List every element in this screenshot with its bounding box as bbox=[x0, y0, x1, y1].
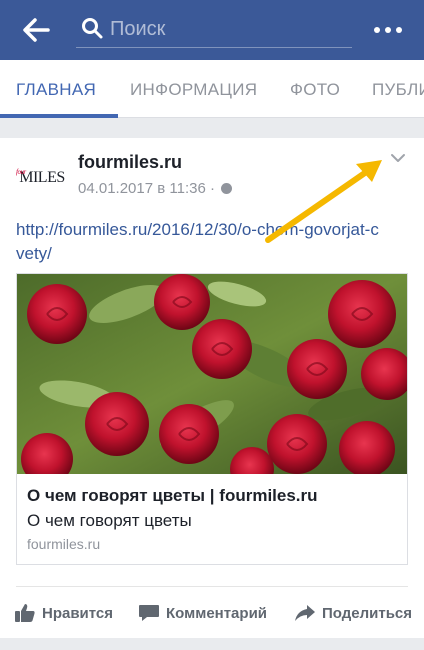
comment-icon bbox=[139, 605, 159, 621]
search-input[interactable] bbox=[110, 14, 346, 44]
chevron-down-icon bbox=[391, 154, 405, 162]
like-label: Нравится bbox=[42, 604, 114, 622]
thumbs-up-icon bbox=[15, 604, 35, 622]
link-preview-title: О чем говорят цветы | fourmiles.ru bbox=[27, 486, 318, 505]
more-dots-icon bbox=[374, 27, 402, 33]
share-icon bbox=[295, 605, 315, 621]
post-link[interactable]: http://fourmiles.ru/2016/12/30/o-chem-go… bbox=[16, 218, 386, 266]
post-card: four MILES fourmiles.ru 04.01.2017 в 11:… bbox=[0, 138, 424, 638]
bottom-divider bbox=[0, 638, 424, 650]
search-bar[interactable] bbox=[76, 10, 352, 48]
globe-icon bbox=[220, 183, 232, 194]
tab-photos[interactable]: ФОТО bbox=[290, 80, 340, 100]
post-timestamp[interactable]: 04.01.2017 в 11:36 · bbox=[78, 180, 215, 197]
link-preview-domain: fourmiles.ru bbox=[27, 536, 101, 552]
comment-button[interactable]: Комментарий bbox=[138, 598, 267, 628]
link-preview-image[interactable] bbox=[17, 274, 407, 474]
avatar-logo-text: MILES bbox=[19, 169, 65, 186]
comment-label: Комментарий bbox=[166, 604, 268, 622]
share-label: Поделиться bbox=[322, 604, 413, 622]
tab-main[interactable]: ГЛАВНАЯ bbox=[16, 80, 96, 100]
share-button[interactable]: Поделиться bbox=[294, 598, 412, 628]
avatar-logo-mark: four bbox=[16, 168, 26, 176]
link-preview-description: О чем говорят цветы bbox=[27, 511, 192, 530]
search-icon bbox=[82, 18, 103, 39]
back-button[interactable] bbox=[20, 14, 52, 46]
page-tabs: ГЛАВНАЯ ИНФОРМАЦИЯ ФОТО ПУБЛИ bbox=[0, 60, 424, 118]
post-author[interactable]: fourmiles.ru bbox=[78, 152, 182, 173]
link-preview-card[interactable]: О чем говорят цветы | fourmiles.ru О чем… bbox=[16, 273, 408, 565]
section-divider bbox=[0, 118, 424, 138]
more-options-button[interactable] bbox=[370, 18, 406, 42]
page-avatar[interactable]: four MILES bbox=[16, 158, 68, 198]
top-bar bbox=[0, 0, 424, 60]
actions-divider bbox=[16, 586, 408, 587]
back-arrow-icon bbox=[23, 18, 50, 42]
post-options-button[interactable] bbox=[388, 150, 408, 166]
tab-posts[interactable]: ПУБЛИ bbox=[372, 80, 424, 100]
tab-info[interactable]: ИНФОРМАЦИЯ bbox=[130, 80, 257, 100]
like-button[interactable]: Нравится bbox=[14, 598, 113, 628]
post-meta: 04.01.2017 в 11:36 · bbox=[78, 180, 232, 197]
